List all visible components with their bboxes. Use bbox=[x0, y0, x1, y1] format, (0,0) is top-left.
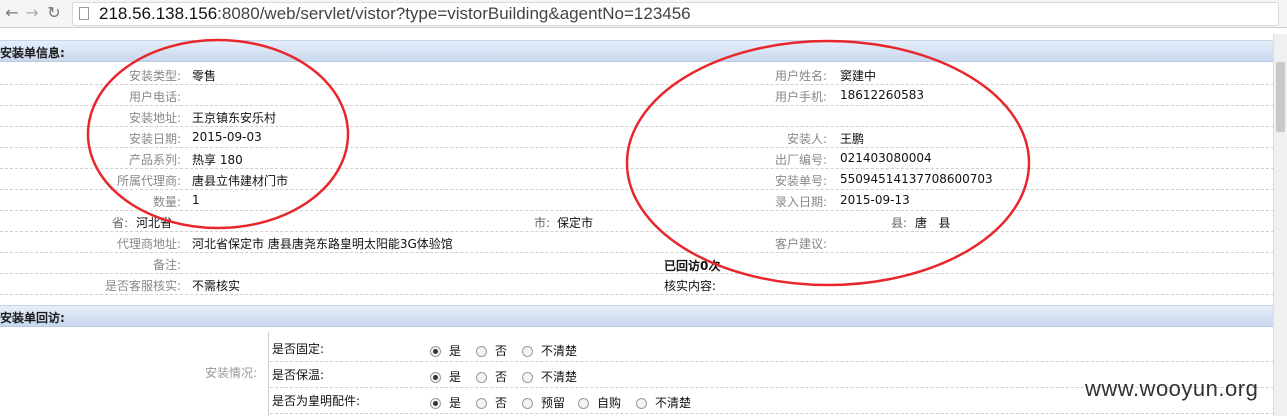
watermark-text: www.wooyun.org bbox=[1085, 376, 1259, 401]
annotation-circle-right bbox=[625, 39, 1031, 287]
annotation-overlay bbox=[86, 38, 1031, 287]
annotation-circle-left bbox=[86, 38, 350, 230]
